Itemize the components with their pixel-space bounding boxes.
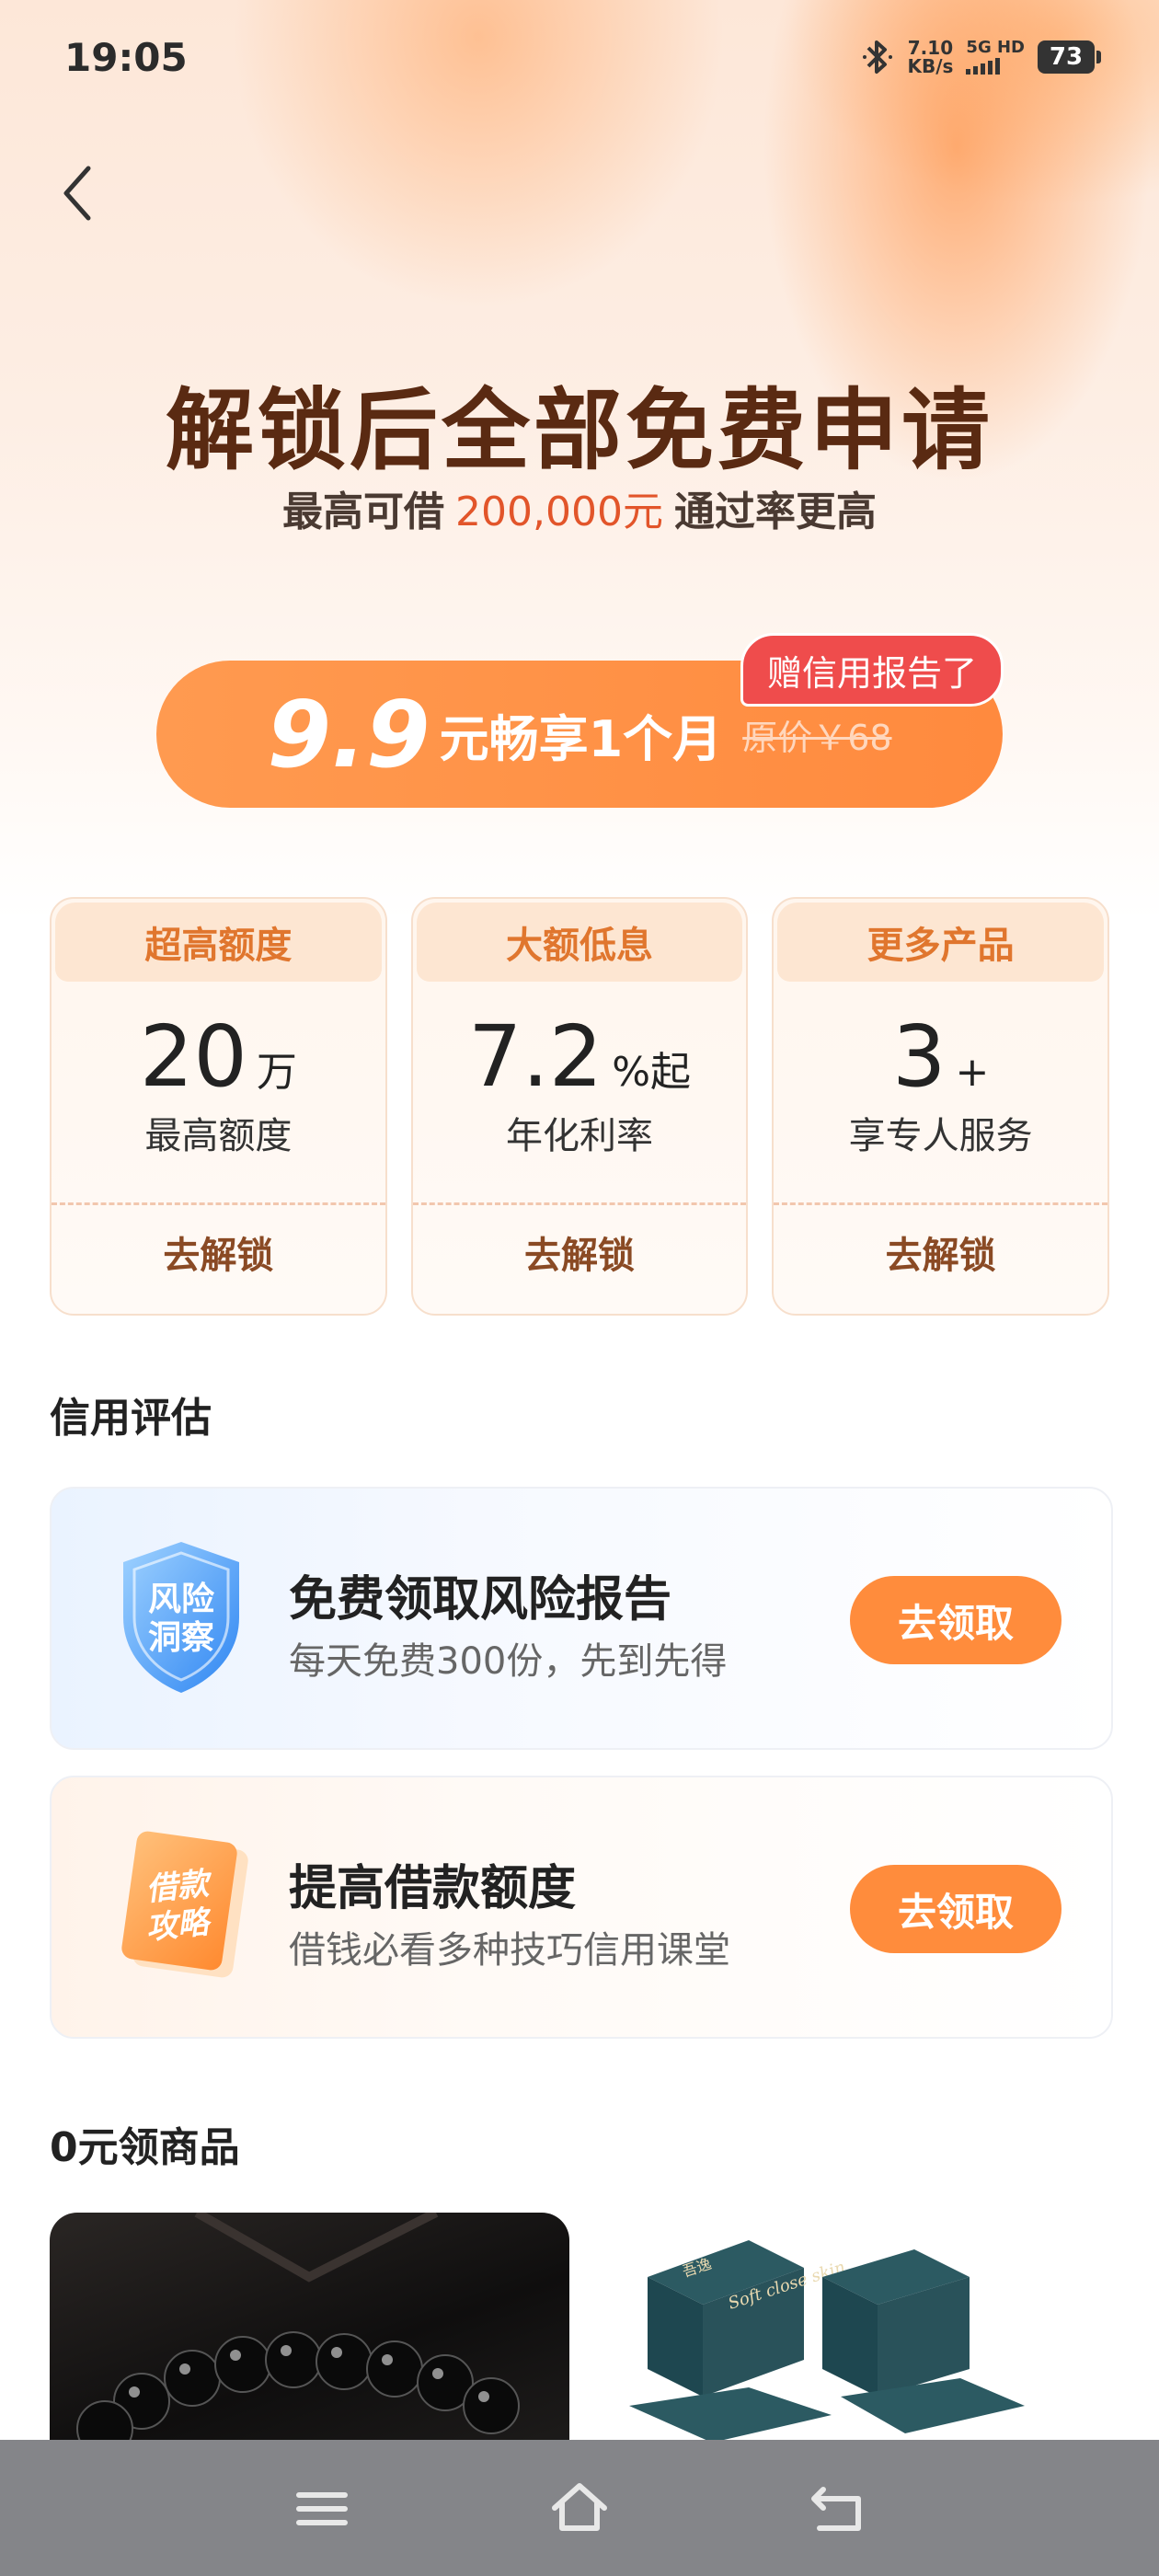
cta-text: 元畅享1个月 [439, 709, 723, 768]
risk-report-card[interactable]: 风险 洞察 免费领取风险报告 每天免费300份，先到先得 去领取 [50, 1487, 1113, 1750]
book-icon: 借款 攻略 [121, 1831, 248, 1978]
promo-subtitle: 借钱必看多种技巧信用课堂 [289, 1929, 730, 1972]
card-value-number: 20 [139, 1007, 247, 1106]
cta-original-price: 原价￥68 [742, 717, 892, 758]
card-label: 享专人服务 [848, 1115, 1033, 1157]
unlock-link[interactable]: 去解锁 [413, 1225, 747, 1279]
gift-credit-report-badge: 赠信用报告了 [740, 633, 1004, 707]
product-list: Soft close skin 吾逸 [50, 2213, 1109, 2443]
return-icon[interactable] [805, 2477, 869, 2541]
benefit-card-products[interactable]: 更多产品 3 + 享专人服务 去解锁 [772, 897, 1110, 1316]
claim-button[interactable]: 去领取 [850, 1576, 1061, 1664]
sub-prefix: 最高可借 [282, 489, 445, 535]
benefit-card-rate[interactable]: 大额低息 7.2 %起 年化利率 去解锁 [410, 897, 749, 1316]
net-speed: 7.10 KB/s [907, 39, 953, 75]
card-value-unit: %起 [612, 1049, 692, 1096]
net-speed-unit: KB/s [907, 55, 954, 77]
net-speed-value: 7.10 [907, 37, 954, 59]
sub-suffix: 通过率更高 [673, 489, 877, 535]
card-title: 超高额度 [55, 903, 382, 982]
card-label: 年化利率 [506, 1115, 653, 1157]
status-bar: 19:05 7.10 KB/s 5G HD 73 [0, 0, 1159, 120]
card-value: 7.2 %起 [413, 1007, 747, 1106]
battery-indicator: 73 [1038, 40, 1101, 74]
promo-title: 免费领取风险报告 [289, 1572, 672, 1627]
shield-text-2: 洞察 [148, 1619, 214, 1657]
system-navigation-bar [0, 2440, 1159, 2576]
bead-bracelet-image [76, 2213, 520, 2443]
card-divider [412, 1202, 747, 1205]
page-subheadline: 最高可借 200,000元 通过率更高 [0, 478, 1159, 537]
card-value-number: 7.2 [467, 1007, 603, 1106]
card-value: 3 + [774, 1007, 1107, 1106]
shield-icon: 风险 洞察 [123, 1542, 239, 1693]
card-value-unit: 万 [256, 1049, 297, 1096]
max-amount: 200,000元 [455, 489, 663, 535]
card-divider [52, 1202, 385, 1205]
promo-title: 提高借款额度 [289, 1861, 577, 1916]
card-value-number: 3 [891, 1007, 947, 1106]
product-card-tissue[interactable]: Soft close skin 吾逸 [592, 2213, 1109, 2443]
tissue-pack-image: Soft close skin 吾逸 [629, 2240, 1025, 2443]
signal-bars-icon [966, 58, 1025, 75]
status-time: 19:05 [64, 35, 188, 80]
page-headline: 解锁后全部免费申请 [166, 379, 993, 482]
product-card-bracelet[interactable] [50, 2213, 569, 2443]
bluetooth-icon [863, 40, 893, 74]
cta-price: 9.9 [267, 680, 430, 788]
home-icon[interactable] [547, 2477, 612, 2541]
book-text-1: 借款 [144, 1865, 215, 1908]
card-value-unit: + [955, 1049, 990, 1096]
network-signal: 5G HD [966, 40, 1025, 75]
benefit-card-limit[interactable]: 超高额度 20 万 最高额度 去解锁 [50, 897, 387, 1316]
claim-button[interactable]: 去领取 [850, 1865, 1061, 1953]
menu-icon[interactable] [290, 2477, 354, 2541]
promo-subtitle: 每天免费300份，先到先得 [289, 1640, 728, 1683]
card-title: 更多产品 [777, 903, 1105, 982]
benefit-cards: 超高额度 20 万 最高额度 去解锁 大额低息 7.2 %起 年化利率 去解锁 更多… [50, 897, 1110, 1316]
network-type: 5G HD [966, 38, 1025, 57]
shield-text-1: 风险 [148, 1581, 215, 1618]
back-arrow-icon[interactable] [55, 161, 101, 225]
card-value: 20 万 [52, 1007, 385, 1106]
card-divider [774, 1202, 1108, 1205]
unlock-link[interactable]: 去解锁 [52, 1225, 385, 1279]
unlock-link[interactable]: 去解锁 [774, 1225, 1107, 1279]
section-title-goods: 0元领商品 [50, 2124, 240, 2171]
status-indicators: 7.10 KB/s 5G HD 73 [861, 37, 1101, 77]
card-label: 最高额度 [144, 1115, 293, 1157]
loan-tips-card[interactable]: 借款 攻略 提高借款额度 借钱必看多种技巧信用课堂 去领取 [50, 1776, 1113, 2039]
book-text-2: 攻略 [144, 1903, 214, 1947]
card-title: 大额低息 [416, 903, 743, 982]
section-title-credit: 信用评估 [50, 1395, 212, 1442]
